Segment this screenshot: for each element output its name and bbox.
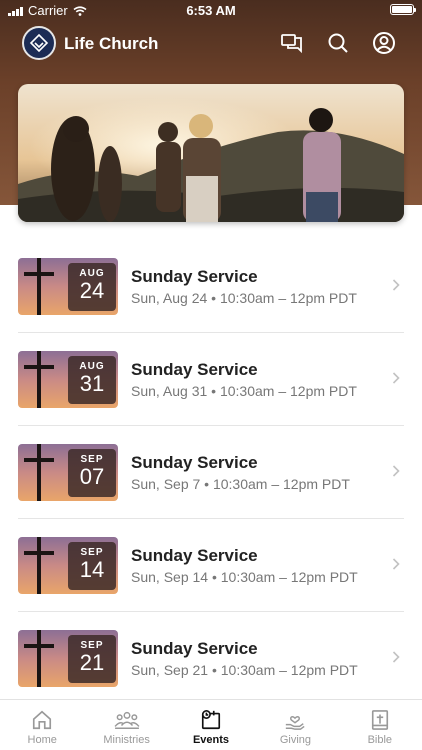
- battery-icon: [390, 4, 416, 15]
- profile-icon[interactable]: [372, 31, 396, 55]
- chevron-right-icon: [392, 464, 400, 482]
- tab-label: Home: [27, 734, 57, 746]
- event-thumbnail: AUG 24: [18, 258, 118, 315]
- logo-icon: [29, 33, 49, 53]
- app-title: Life Church: [64, 34, 159, 53]
- event-day: 07: [79, 464, 105, 489]
- event-thumbnail: SEP 07: [18, 444, 118, 501]
- event-day: 24: [79, 278, 105, 303]
- event-day: 21: [79, 650, 105, 675]
- event-subtitle: Sun, Sep 7 • 10:30am – 12pm PDT: [131, 476, 350, 492]
- home-icon: [0, 708, 84, 732]
- event-title: Sunday Service: [131, 267, 258, 286]
- event-subtitle: Sun, Sep 21 • 10:30am – 12pm PDT: [131, 662, 358, 678]
- event-title: Sunday Service: [131, 639, 258, 658]
- tab-bar: Home Ministries Events Giving Bible: [0, 699, 422, 750]
- event-date-badge: SEP 07: [68, 449, 116, 497]
- giving-icon: [253, 708, 337, 732]
- tab-label: Giving: [279, 734, 312, 746]
- status-time: 6:53 AM: [186, 3, 236, 18]
- event-day: 31: [79, 371, 105, 396]
- event-row[interactable]: AUG 24 Sunday Service Sun, Aug 24 • 10:3…: [18, 240, 404, 333]
- search-icon[interactable]: [326, 31, 350, 55]
- chevron-right-icon: [392, 557, 400, 575]
- event-title: Sunday Service: [131, 546, 258, 565]
- chevron-right-icon: [392, 371, 400, 389]
- hero-image: [18, 84, 404, 222]
- events-list: AUG 24 Sunday Service Sun, Aug 24 • 10:3…: [0, 240, 422, 705]
- event-subtitle: Sun, Sep 14 • 10:30am – 12pm PDT: [131, 569, 358, 585]
- event-date-badge: AUG 24: [68, 263, 116, 311]
- event-row[interactable]: AUG 31 Sunday Service Sun, Aug 31 • 10:3…: [18, 333, 404, 426]
- tab-giving[interactable]: Giving: [253, 700, 337, 750]
- event-thumbnail: AUG 31: [18, 351, 118, 408]
- tab-bible[interactable]: Bible: [338, 700, 422, 750]
- church-logo[interactable]: [22, 26, 56, 60]
- event-date-badge: SEP 14: [68, 542, 116, 590]
- event-title: Sunday Service: [131, 453, 258, 472]
- status-bar: Carrier 6:53 AM: [0, 0, 422, 22]
- tab-label: Bible: [367, 734, 393, 746]
- event-day: 14: [79, 557, 105, 582]
- tab-label: Ministries: [103, 734, 150, 746]
- event-date-badge: AUG 31: [68, 356, 116, 404]
- bible-icon: [338, 708, 422, 732]
- event-title: Sunday Service: [131, 360, 258, 379]
- event-row[interactable]: SEP 07 Sunday Service Sun, Sep 7 • 10:30…: [18, 426, 404, 519]
- events-icon: [169, 708, 253, 732]
- event-thumbnail: SEP 21: [18, 630, 118, 687]
- event-date-badge: SEP 21: [68, 635, 116, 683]
- tab-home[interactable]: Home: [0, 700, 84, 750]
- event-row[interactable]: SEP 21 Sunday Service Sun, Sep 21 • 10:3…: [18, 612, 404, 705]
- tab-events[interactable]: Events: [169, 700, 253, 750]
- event-thumbnail: SEP 14: [18, 537, 118, 594]
- chat-icon[interactable]: [280, 31, 304, 55]
- event-subtitle: Sun, Aug 24 • 10:30am – 12pm PDT: [131, 290, 357, 306]
- tab-ministries[interactable]: Ministries: [84, 700, 168, 750]
- tab-label: Events: [192, 734, 230, 746]
- chevron-right-icon: [392, 650, 400, 668]
- chevron-right-icon: [392, 278, 400, 296]
- app-bar: Life Church: [0, 26, 422, 60]
- event-subtitle: Sun, Aug 31 • 10:30am – 12pm PDT: [131, 383, 357, 399]
- hero-banner[interactable]: [18, 84, 404, 222]
- ministries-icon: [84, 708, 168, 732]
- event-row[interactable]: SEP 14 Sunday Service Sun, Sep 14 • 10:3…: [18, 519, 404, 612]
